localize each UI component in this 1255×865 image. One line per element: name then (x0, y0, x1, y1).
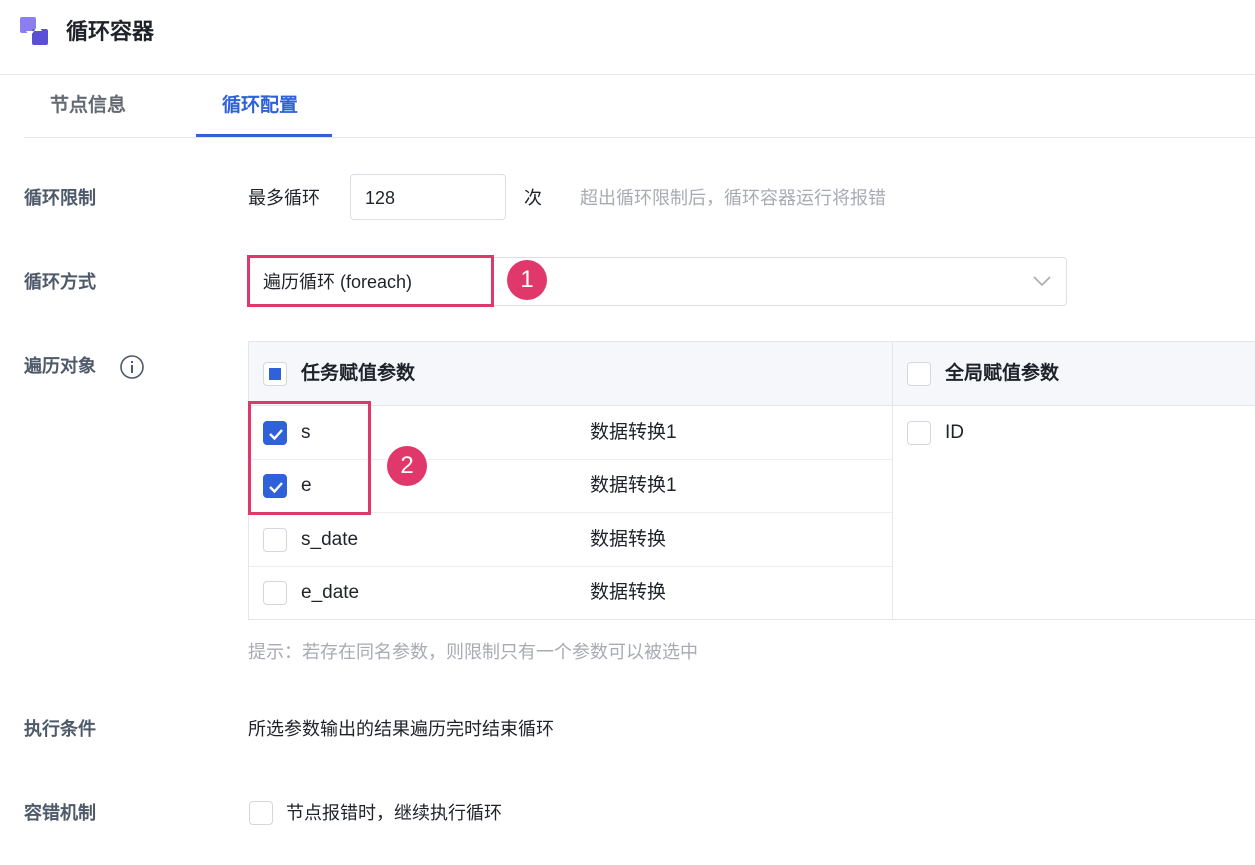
loop-container-icon (20, 17, 48, 45)
continue-on-error-checkbox[interactable] (249, 801, 273, 825)
param-source: 数据转换 (590, 529, 667, 550)
param-checkbox-s[interactable] (263, 421, 287, 445)
duplicate-param-tip: 提示：若存在同名参数，则限制只有一个参数可以被选中 (248, 642, 698, 662)
param-name: s (301, 422, 311, 443)
check-icon (269, 482, 283, 494)
exec-condition-text: 所选参数输出的结果遍历完时结束循环 (248, 719, 554, 739)
global-param-name: ID (945, 422, 964, 443)
annotation-badge-1: 1 (507, 260, 547, 300)
param-source: 数据转换1 (590, 422, 677, 443)
loop-limit-unit: 次 (524, 188, 542, 208)
row-divider (249, 512, 892, 513)
param-source: 数据转换 (590, 582, 667, 603)
loop-mode-label: 循环方式 (24, 272, 96, 292)
param-checkbox-e-date[interactable] (263, 581, 287, 605)
param-name: e_date (301, 582, 360, 603)
tab-bar (24, 75, 1255, 138)
param-checkbox-e[interactable] (263, 474, 287, 498)
check-icon (269, 429, 283, 441)
panel-title: 循环容器 (66, 19, 155, 44)
continue-on-error-label[interactable]: 节点报错时，继续执行循环 (286, 799, 502, 827)
active-tab-indicator (196, 134, 332, 137)
loop-mode-selected: 遍历循环 (foreach) (263, 272, 413, 292)
loop-limit-hint: 超出循环限制后，循环容器运行将报错 (580, 188, 886, 208)
task-params-header: 任务赋值参数 (301, 363, 416, 384)
param-checkbox-s-date[interactable] (263, 528, 287, 552)
fault-tolerance-label: 容错机制 (24, 803, 96, 823)
param-name: s_date (301, 529, 359, 550)
info-icon[interactable] (119, 354, 145, 380)
task-params-select-all-checkbox[interactable] (263, 362, 287, 386)
iterate-target-label: 遍历对象 (24, 356, 96, 376)
tab-loop-config[interactable]: 循环配置 (222, 92, 298, 120)
annotation-badge-2: 2 (387, 446, 427, 486)
panel-header (0, 0, 1255, 75)
tab-node-info[interactable]: 节点信息 (50, 92, 126, 120)
global-param-checkbox-id[interactable] (907, 421, 931, 445)
global-params-select-all-checkbox[interactable] (907, 362, 931, 386)
column-divider (892, 342, 893, 619)
param-source: 数据转换1 (590, 475, 677, 496)
loop-limit-prefix: 最多循环 (248, 188, 320, 208)
loop-limit-value: 128 (365, 188, 396, 208)
row-divider (249, 566, 892, 567)
exec-condition-label: 执行条件 (24, 719, 96, 739)
loop-limit-label: 循环限制 (24, 188, 96, 208)
global-params-header: 全局赋值参数 (945, 363, 1060, 384)
param-name: e (301, 475, 312, 496)
chevron-down-icon (1033, 276, 1051, 287)
row-divider (249, 459, 892, 460)
